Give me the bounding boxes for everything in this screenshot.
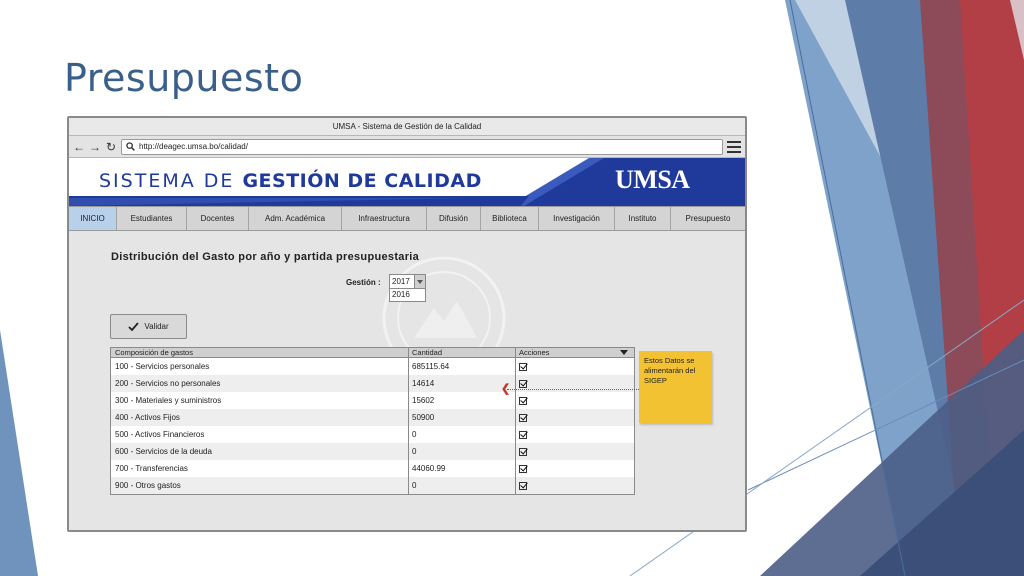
validate-label: Validar	[144, 322, 169, 331]
row-checkbox[interactable]	[519, 396, 527, 405]
tab-biblioteca[interactable]: Biblioteca	[481, 207, 539, 230]
row-amount: 0	[409, 477, 516, 494]
tab-estudiantes[interactable]: Estudiantes	[117, 207, 187, 230]
gestion-option[interactable]: 2016	[389, 288, 426, 302]
row-concept: 100 - Servicios personales	[111, 358, 409, 375]
tab-instituto[interactable]: Instituto	[615, 207, 671, 230]
check-icon	[128, 322, 140, 331]
site-banner: SISTEMA DE GESTIÓN DE CALIDAD UMSA	[69, 158, 745, 206]
row-concept: 600 - Servicios de la deuda	[111, 443, 409, 460]
col-header-amount[interactable]: Cantidad	[409, 348, 516, 357]
table-row: 900 - Otros gastos 0	[111, 477, 634, 494]
url-text: http://deagec.umsa.bo/calidad/	[139, 142, 248, 151]
tab-investigacion[interactable]: Investigación	[539, 207, 615, 230]
row-checkbox[interactable]	[519, 464, 527, 473]
row-concept: 300 - Materiales y suministros	[111, 392, 409, 409]
slide-title: Presupuesto	[64, 56, 304, 100]
table-row: 100 - Servicios personales 685115.64	[111, 358, 634, 375]
search-icon	[126, 142, 135, 151]
gestion-label: Gestión :	[346, 278, 381, 287]
back-arrow-icon[interactable]: ←	[73, 140, 85, 154]
validate-button[interactable]: Validar	[110, 314, 187, 339]
row-checkbox[interactable]	[519, 430, 527, 439]
page-heading: Distribución del Gasto por año y partida…	[111, 251, 420, 263]
row-amount: 50900	[409, 409, 516, 426]
table-row: 500 - Activos Financieros 0	[111, 426, 634, 443]
banner-title-bold: GESTIÓN DE CALIDAD	[242, 170, 482, 192]
browser-window: UMSA - Sistema de Gestión de la Calidad …	[67, 116, 747, 532]
banner-title-light: SISTEMA DE	[99, 170, 243, 192]
tab-adm-academica[interactable]: Adm. Académica	[249, 207, 342, 230]
gestion-select[interactable]: 2017	[389, 274, 426, 289]
expenses-table: Composición de gastos Cantidad Acciones …	[110, 347, 635, 495]
row-checkbox[interactable]	[519, 413, 527, 422]
row-amount: 685115.64	[409, 358, 516, 375]
gestion-selected-value: 2017	[392, 277, 410, 286]
row-amount: 15602	[409, 392, 516, 409]
col-header-actions[interactable]: Acciones	[516, 348, 634, 357]
chevron-down-icon[interactable]	[414, 275, 425, 288]
row-concept: 200 - Servicios no personales	[111, 375, 409, 392]
tab-infraestructura[interactable]: Infraestructura	[342, 207, 427, 230]
sticky-note: Estos Datos se alimentarán del SIGEP	[639, 351, 712, 423]
forward-arrow-icon[interactable]: →	[89, 140, 101, 154]
row-concept: 400 - Activos Fijos	[111, 409, 409, 426]
row-concept: 700 - Transferencias	[111, 460, 409, 477]
row-amount: 44060.99	[409, 460, 516, 477]
tab-inicio[interactable]: INICIO	[69, 207, 117, 230]
sort-down-icon[interactable]	[620, 350, 628, 355]
row-checkbox[interactable]	[519, 362, 527, 371]
table-row: 600 - Servicios de la deuda 0	[111, 443, 634, 460]
table-header: Composición de gastos Cantidad Acciones	[111, 348, 634, 358]
row-concept: 900 - Otros gastos	[111, 477, 409, 494]
reload-icon[interactable]: ↻	[105, 140, 117, 154]
col-header-concept[interactable]: Composición de gastos	[111, 348, 409, 357]
window-title: UMSA - Sistema de Gestión de la Calidad	[69, 118, 745, 136]
tab-presupuesto[interactable]: Presupuesto	[671, 207, 745, 230]
row-concept: 500 - Activos Financieros	[111, 426, 409, 443]
row-checkbox[interactable]	[519, 447, 527, 456]
row-checkbox[interactable]	[519, 481, 527, 490]
tab-docentes[interactable]: Docentes	[187, 207, 249, 230]
row-amount: 0	[409, 443, 516, 460]
table-row: 400 - Activos Fijos 50900	[111, 409, 634, 426]
clipboard-check-icon	[69, 159, 93, 190]
tab-difusion[interactable]: Difusión	[427, 207, 481, 230]
annotation-dotted-line	[507, 389, 639, 390]
table-row: 300 - Materiales y suministros 15602	[111, 392, 634, 409]
url-bar[interactable]: http://deagec.umsa.bo/calidad/	[121, 138, 723, 155]
address-toolbar: ← → ↻ http://deagec.umsa.bo/calidad/	[69, 136, 745, 158]
table-row: 700 - Transferencias 44060.99	[111, 460, 634, 477]
banner-title: SISTEMA DE GESTIÓN DE CALIDAD	[99, 170, 482, 192]
row-amount: 14614	[409, 375, 516, 392]
main-nav: INICIO Estudiantes Docentes Adm. Académi…	[69, 206, 745, 231]
row-checkbox[interactable]	[519, 379, 527, 388]
menu-hamburger-icon[interactable]	[727, 140, 741, 153]
row-amount: 0	[409, 426, 516, 443]
umsa-logo: UMSA	[615, 165, 690, 194]
col-header-actions-label: Acciones	[519, 348, 550, 357]
